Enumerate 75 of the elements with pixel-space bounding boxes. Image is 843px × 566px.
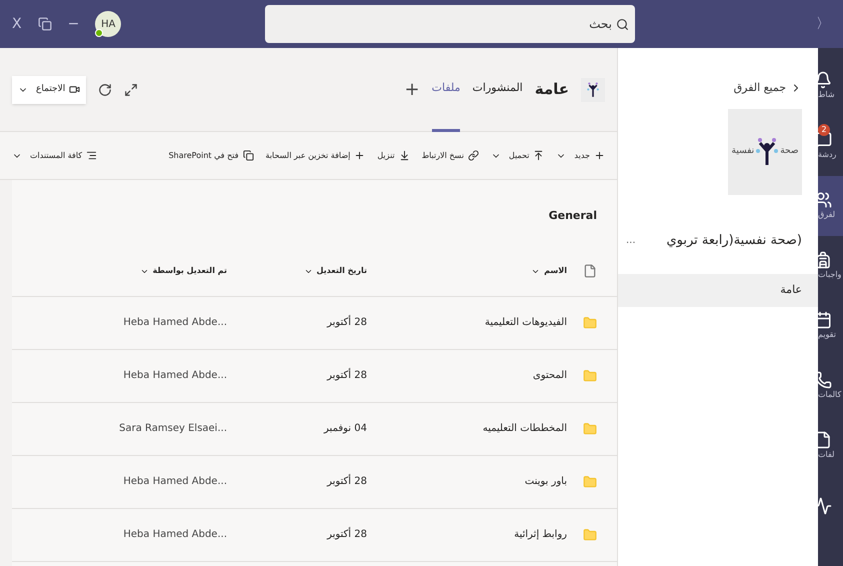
modified-date: 28 أكتوبر <box>326 474 367 489</box>
modified-by: Heba Hamed Abde... <box>122 475 227 489</box>
folder-icon <box>583 422 597 436</box>
logo-text: صحة <box>780 144 798 158</box>
toolbar-button[interactable]: إضافة تخزين عبر السحابة <box>266 150 366 162</box>
team-name: (صحة نفسية(رابعة تربوي <box>666 232 802 250</box>
rail-label: لفرق <box>818 209 836 221</box>
file-name: روابط إثرائية <box>513 528 567 542</box>
rail-label: واجبات <box>818 269 842 281</box>
folder-icon <box>583 368 597 382</box>
channel-title: عامة <box>534 79 569 100</box>
rail-label: شاط <box>818 89 835 101</box>
folder-icon <box>583 528 597 542</box>
file-name: المخططات التعليميه <box>482 422 567 436</box>
video-icon <box>69 84 80 95</box>
minimize-button[interactable]: − <box>68 14 80 34</box>
avatar[interactable]: HA <box>95 11 122 37</box>
rail-item[interactable]: لفات <box>818 416 843 476</box>
rail-label: لفات <box>818 449 834 461</box>
search-field[interactable]: بحث <box>265 5 635 43</box>
folder-icon <box>583 316 597 330</box>
restore-icon[interactable] <box>38 17 52 31</box>
column-header[interactable]: الاسم <box>367 265 567 277</box>
add-tab-button[interactable]: + <box>404 76 420 103</box>
badge: 2 <box>818 124 830 136</box>
file-type-icon <box>583 264 597 278</box>
toolbar-button[interactable]: جديد <box>556 150 605 162</box>
toolbar-button[interactable]: تنزيل <box>377 150 410 162</box>
view-dropdown[interactable]: كافة المستندات <box>12 150 98 162</box>
more-button[interactable]: ... <box>626 232 636 248</box>
rail-item[interactable]: واجبات <box>818 236 843 296</box>
toolbar-button[interactable]: فتح في SharePoint <box>168 150 254 162</box>
back-link[interactable]: جميع الفرق <box>734 80 786 96</box>
rail-item[interactable]: لفرق <box>818 176 843 236</box>
rail-item[interactable]: شاط <box>818 56 843 116</box>
tab[interactable]: المنشورات <box>472 48 523 132</box>
rail-label: تقويم <box>818 329 836 341</box>
plus-icon <box>354 150 366 161</box>
refresh-icon[interactable] <box>98 82 112 96</box>
column-header[interactable]: تم التعديل بواسطة <box>67 265 227 277</box>
modified-date: 28 أكتوبر <box>326 315 367 330</box>
file-name: باور بوينت <box>524 475 567 489</box>
link-icon <box>468 150 479 161</box>
rail-item[interactable]: كالمات <box>818 356 843 416</box>
upload-icon <box>533 150 544 161</box>
back-button[interactable]: 〈 <box>811 14 835 34</box>
rail-item[interactable]: تقويم <box>818 296 843 356</box>
folder-title: General <box>548 208 598 224</box>
channel-item[interactable]: عامة <box>618 274 818 307</box>
download-icon <box>398 150 410 161</box>
list-icon <box>86 150 98 161</box>
rail-label: كالمات <box>818 389 842 401</box>
modified-by: Heba Hamed Abde... <box>122 528 227 542</box>
plus-icon <box>594 150 605 161</box>
toolbar-button[interactable]: نسخ الارتباط <box>422 150 479 162</box>
rail-label: ردشة <box>818 149 836 161</box>
folder-icon <box>583 474 597 488</box>
modified-date: 28 أكتوبر <box>326 527 367 542</box>
modified-by: Heba Hamed Abde... <box>122 316 227 330</box>
close-button[interactable]: X <box>12 14 22 34</box>
logo-text: نفسية <box>732 144 754 158</box>
modified-by: Heba Hamed Abde... <box>122 369 227 383</box>
file-name: المحتوى <box>532 369 567 383</box>
modified-date: 28 أكتوبر <box>326 368 367 383</box>
figure-icon <box>756 136 778 166</box>
toolbar-button[interactable]: تحميل <box>490 150 544 162</box>
column-header[interactable]: تاريخ التعديل <box>227 265 367 277</box>
expand-icon[interactable] <box>124 82 138 96</box>
modified-by: Sara Ramsey Elsaei... <box>118 422 227 436</box>
modified-date: 04 نوفمبر <box>322 422 367 436</box>
meeting-button[interactable]: الاجتماع <box>12 76 86 104</box>
figure-icon <box>586 82 600 98</box>
search-icon <box>616 18 629 30</box>
search-input[interactable]: بحث <box>271 16 612 32</box>
file-name: الفيديوهات التعليمية <box>484 316 567 330</box>
